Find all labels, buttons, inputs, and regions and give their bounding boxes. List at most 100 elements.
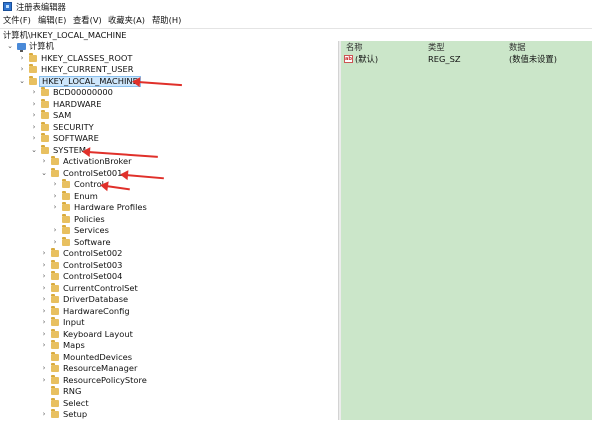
tree-item-select[interactable]: Select bbox=[0, 397, 338, 410]
chevron-right-icon[interactable]: › bbox=[40, 283, 48, 294]
chevron-right-icon[interactable]: › bbox=[40, 294, 48, 305]
menu-edit[interactable]: 编辑(E) bbox=[38, 15, 66, 25]
folder-icon bbox=[51, 305, 59, 315]
chevron-right-icon[interactable]: › bbox=[30, 110, 38, 121]
tree-item-maps[interactable]: › Maps bbox=[0, 340, 338, 352]
tree-item-driverdatabase[interactable]: › DriverDatabase bbox=[0, 294, 338, 306]
chevron-right-icon[interactable]: › bbox=[51, 237, 59, 248]
chevron-right-icon[interactable]: › bbox=[40, 317, 48, 328]
tree-item-software-sub[interactable]: › Software bbox=[0, 236, 338, 249]
chevron-right-icon[interactable]: › bbox=[30, 122, 38, 133]
tree-item-computer[interactable]: ⌄ 计算机 bbox=[0, 41, 338, 53]
folder-icon bbox=[51, 328, 59, 338]
menu-help[interactable]: 帮助(H) bbox=[152, 15, 181, 25]
tree-item-enum[interactable]: › Enum bbox=[0, 190, 338, 203]
folder-icon bbox=[41, 133, 49, 142]
tree-item-label: ControlSet004 bbox=[63, 271, 123, 281]
menu-file[interactable]: 文件(F) bbox=[3, 15, 31, 25]
tree-item-label: SECURITY bbox=[53, 121, 94, 132]
chevron-right-icon[interactable]: › bbox=[40, 363, 48, 374]
tree-item-hkey-classes-root[interactable]: › HKEY_CLASSES_ROOT bbox=[0, 52, 338, 65]
folder-icon bbox=[51, 340, 59, 349]
tree-item-label: HardwareConfig bbox=[63, 305, 130, 316]
chevron-right-icon[interactable]: › bbox=[40, 306, 48, 317]
tree-item-hkey-current-user[interactable]: › HKEY_CURRENT_USER bbox=[0, 64, 338, 76]
chevron-down-icon[interactable]: ⌄ bbox=[30, 145, 38, 156]
chevron-right-icon[interactable]: › bbox=[30, 87, 38, 98]
chevron-right-icon[interactable]: › bbox=[40, 375, 48, 386]
chevron-right-icon[interactable]: › bbox=[51, 225, 59, 236]
value-row[interactable]: ab (默认) REG_SZ (数值未设置) bbox=[341, 54, 592, 65]
tree-item-sam[interactable]: › SAM bbox=[0, 110, 338, 122]
computer-icon bbox=[17, 43, 26, 52]
folder-icon bbox=[51, 317, 59, 326]
folder-icon bbox=[51, 397, 59, 407]
chevron-right-icon[interactable]: › bbox=[40, 340, 48, 351]
folder-icon bbox=[62, 179, 70, 188]
chevron-right-icon[interactable]: › bbox=[40, 271, 48, 282]
menu-view[interactable]: 查看(V) bbox=[73, 15, 102, 25]
chevron-right-icon[interactable]: › bbox=[51, 202, 59, 213]
tree-item-controlset003[interactable]: › ControlSet003 bbox=[0, 259, 338, 272]
tree-item-resourcemanager[interactable]: › ResourceManager bbox=[0, 363, 338, 375]
tree-item-label: ControlSet001 bbox=[63, 167, 123, 178]
chevron-right-icon[interactable]: › bbox=[30, 133, 38, 144]
tree-item-hardware-profiles[interactable]: › Hardware Profiles bbox=[0, 202, 338, 214]
tree-item-system[interactable]: ⌄ SYSTEM bbox=[0, 144, 338, 157]
chevron-down-icon[interactable]: ⌄ bbox=[40, 168, 48, 179]
chevron-right-icon[interactable]: › bbox=[30, 99, 38, 110]
folder-icon bbox=[62, 213, 70, 223]
chevron-right-icon[interactable]: › bbox=[40, 329, 48, 340]
tree-item-label: ControlSet003 bbox=[63, 259, 123, 270]
column-header-data[interactable]: 数据 bbox=[509, 42, 526, 53]
tree-item-label: HARDWARE bbox=[53, 98, 102, 109]
regedit-icon bbox=[3, 2, 12, 11]
folder-icon bbox=[29, 75, 37, 85]
tree-item-control[interactable]: › Control bbox=[0, 179, 338, 191]
tree-item-label: Services bbox=[74, 225, 109, 235]
chevron-right-icon[interactable]: › bbox=[40, 248, 48, 259]
tree-item-currentcontrolset[interactable]: › CurrentControlSet bbox=[0, 282, 338, 295]
tree-item-setup[interactable]: › Setup bbox=[0, 409, 338, 420]
chevron-right-icon[interactable]: › bbox=[40, 156, 48, 167]
tree-item-label: BCD00000000 bbox=[53, 87, 113, 97]
menu-favorites[interactable]: 收藏夹(A) bbox=[108, 15, 145, 25]
tree-item-mounteddevices[interactable]: MountedDevices bbox=[0, 351, 338, 364]
tree-item-controlset002[interactable]: › ControlSet002 bbox=[0, 248, 338, 260]
chevron-right-icon[interactable]: › bbox=[18, 53, 26, 64]
address-path[interactable]: 计算机\HKEY_LOCAL_MACHINE bbox=[3, 30, 127, 40]
tree-item-hardware[interactable]: › HARDWARE bbox=[0, 98, 338, 111]
tree-item-keyboard-layout[interactable]: › Keyboard Layout bbox=[0, 328, 338, 341]
tree-item-activationbroker[interactable]: › ActivationBroker bbox=[0, 156, 338, 168]
tree-item-hardwareconfig[interactable]: › HardwareConfig bbox=[0, 305, 338, 318]
chevron-down-icon[interactable]: ⌄ bbox=[18, 76, 26, 87]
chevron-right-icon[interactable]: › bbox=[51, 191, 59, 202]
values-pane[interactable]: 名称 类型 数据 ab (默认) REG_SZ (数值未设置) bbox=[341, 41, 592, 420]
tree-item-label: RNG bbox=[63, 386, 82, 396]
column-header-name[interactable]: 名称 bbox=[346, 42, 363, 53]
value-type: REG_SZ bbox=[428, 54, 461, 64]
tree-item-label: DriverDatabase bbox=[63, 294, 129, 304]
tree-item-policies[interactable]: Policies bbox=[0, 213, 338, 226]
chevron-right-icon[interactable]: › bbox=[40, 260, 48, 271]
tree-item-label: CurrentControlSet bbox=[63, 282, 138, 293]
tree-item-services[interactable]: › Services bbox=[0, 225, 338, 237]
chevron-down-icon[interactable]: ⌄ bbox=[6, 41, 14, 52]
tree-item-label: Software bbox=[74, 236, 111, 247]
tree-item-resourcepolicystore[interactable]: › ResourcePolicyStore bbox=[0, 374, 338, 387]
chevron-right-icon[interactable]: › bbox=[18, 64, 26, 75]
folder-icon bbox=[51, 259, 59, 269]
tree-item-software[interactable]: › SOFTWARE bbox=[0, 133, 338, 145]
tree-item-bcd00000000[interactable]: › BCD00000000 bbox=[0, 87, 338, 99]
tree-item-controlset001[interactable]: ⌄ ControlSet001 bbox=[0, 167, 338, 180]
chevron-right-icon[interactable]: › bbox=[51, 179, 59, 190]
column-header-type[interactable]: 类型 bbox=[428, 42, 445, 53]
tree-pane[interactable]: ⌄ 计算机 › HKEY_CLASSES_ROOT › HKEY_CURRENT… bbox=[0, 41, 338, 420]
tree-item-controlset004[interactable]: › ControlSet004 bbox=[0, 271, 338, 283]
tree-item-input[interactable]: › Input bbox=[0, 317, 338, 329]
address-bar[interactable]: 计算机\HKEY_LOCAL_MACHINE bbox=[0, 28, 592, 42]
chevron-right-icon[interactable]: › bbox=[40, 409, 48, 420]
tree-item-rng[interactable]: RNG bbox=[0, 386, 338, 398]
tree-item-security[interactable]: › SECURITY bbox=[0, 121, 338, 134]
tree-item-hkey-local-machine[interactable]: ⌄ HKEY_LOCAL_MACHINE bbox=[0, 75, 338, 87]
